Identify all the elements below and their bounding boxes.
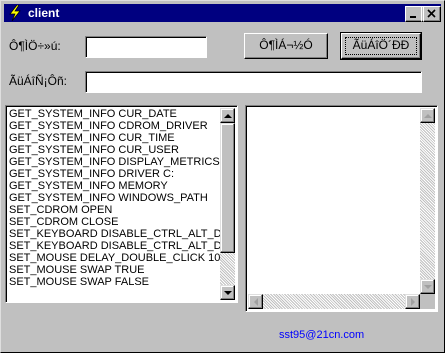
app-icon [9, 5, 21, 21]
list-item[interactable]: GET_SYSTEM_INFO DRIVER C: [9, 168, 220, 180]
list-item[interactable]: SET_CDROM CLOSE [9, 216, 220, 228]
list-item[interactable]: GET_SYSTEM_INFO CDROM_DRIVER [9, 120, 220, 132]
output-scroll-up-button[interactable] [420, 108, 435, 123]
list-item[interactable]: SET_KEYBOARD DISABLE_CTRL_ALT_DEL [9, 240, 220, 252]
scroll-up-button[interactable] [220, 108, 235, 123]
close-button[interactable] [423, 6, 441, 22]
output-vscrollbar[interactable] [420, 108, 435, 294]
list-item[interactable]: GET_SYSTEM_INFO CUR_USER [9, 144, 220, 156]
arrow-right-icon [411, 298, 415, 306]
list-item[interactable]: GET_SYSTEM_INFO MEMORY [9, 180, 220, 192]
scroll-thumb[interactable] [220, 123, 235, 253]
client-window: client Ô¶ÌÖ÷»ú: Ô¶ÌÁ¬½Ó ÃüÁîÖ´ÐÐ ÃüÁîÑ¡Ô… [0, 0, 445, 353]
list-item[interactable]: SET_MOUSE SWAP FALSE [9, 276, 220, 288]
arrow-down-icon [224, 291, 232, 295]
minimize-icon [410, 16, 416, 18]
command-list-vscrollbar[interactable] [220, 108, 235, 300]
remote-host-label: Ô¶ÌÖ÷»ú: [9, 39, 61, 53]
output-scroll-down-button[interactable] [420, 279, 435, 294]
list-item[interactable]: SET_CDROM OPEN [9, 204, 220, 216]
scroll-corner [420, 294, 435, 309]
arrow-left-icon [254, 298, 258, 306]
connect-button[interactable]: Ô¶ÌÁ¬½Ó [244, 33, 328, 59]
list-item[interactable]: GET_SYSTEM_INFO CUR_TIME [9, 132, 220, 144]
focus-rect [345, 37, 417, 55]
list-item[interactable]: SET_MOUSE SWAP TRUE [9, 264, 220, 276]
arrow-up-icon [424, 114, 432, 118]
arrow-down-icon [424, 285, 432, 289]
command-input[interactable] [86, 72, 421, 92]
list-item[interactable]: SET_MOUSE DELAY_DOUBLE_CLICK 1000 [9, 252, 220, 264]
command-list[interactable]: GET_SYSTEM_INFO CUR_DATE GET_SYSTEM_INFO … [9, 108, 220, 302]
execute-button[interactable]: ÃüÁîÖ´ÐÐ [340, 32, 422, 60]
output-scroll-left-button[interactable] [248, 294, 263, 309]
command-field[interactable] [85, 71, 422, 93]
output-hscrollbar[interactable] [248, 294, 420, 309]
list-item[interactable]: GET_SYSTEM_INFO CUR_DATE [9, 108, 220, 120]
scroll-down-button[interactable] [220, 285, 235, 300]
status-email: sst95@21cn.com [279, 329, 365, 341]
close-icon [427, 9, 436, 18]
remote-host-input[interactable] [86, 37, 206, 57]
arrow-up-icon [224, 114, 232, 118]
output-textbox[interactable] [245, 105, 438, 312]
list-item[interactable]: GET_SYSTEM_INFO DISPLAY_METRICS [9, 156, 220, 168]
list-item[interactable]: GET_SYSTEM_INFO WINDOWS_PATH [9, 192, 220, 204]
list-item[interactable]: SET_KEYBOARD DISABLE_CTRL_ALT_DEL [9, 228, 220, 240]
remote-host-field[interactable] [85, 36, 207, 58]
output-scroll-right-button[interactable] [405, 294, 420, 309]
command-label: ÃüÁîÑ¡Ôñ: [9, 74, 68, 88]
window-title: client [28, 6, 60, 20]
command-listbox[interactable]: GET_SYSTEM_INFO CUR_DATE GET_SYSTEM_INFO … [5, 105, 238, 303]
title-bar[interactable]: client [4, 4, 441, 22]
